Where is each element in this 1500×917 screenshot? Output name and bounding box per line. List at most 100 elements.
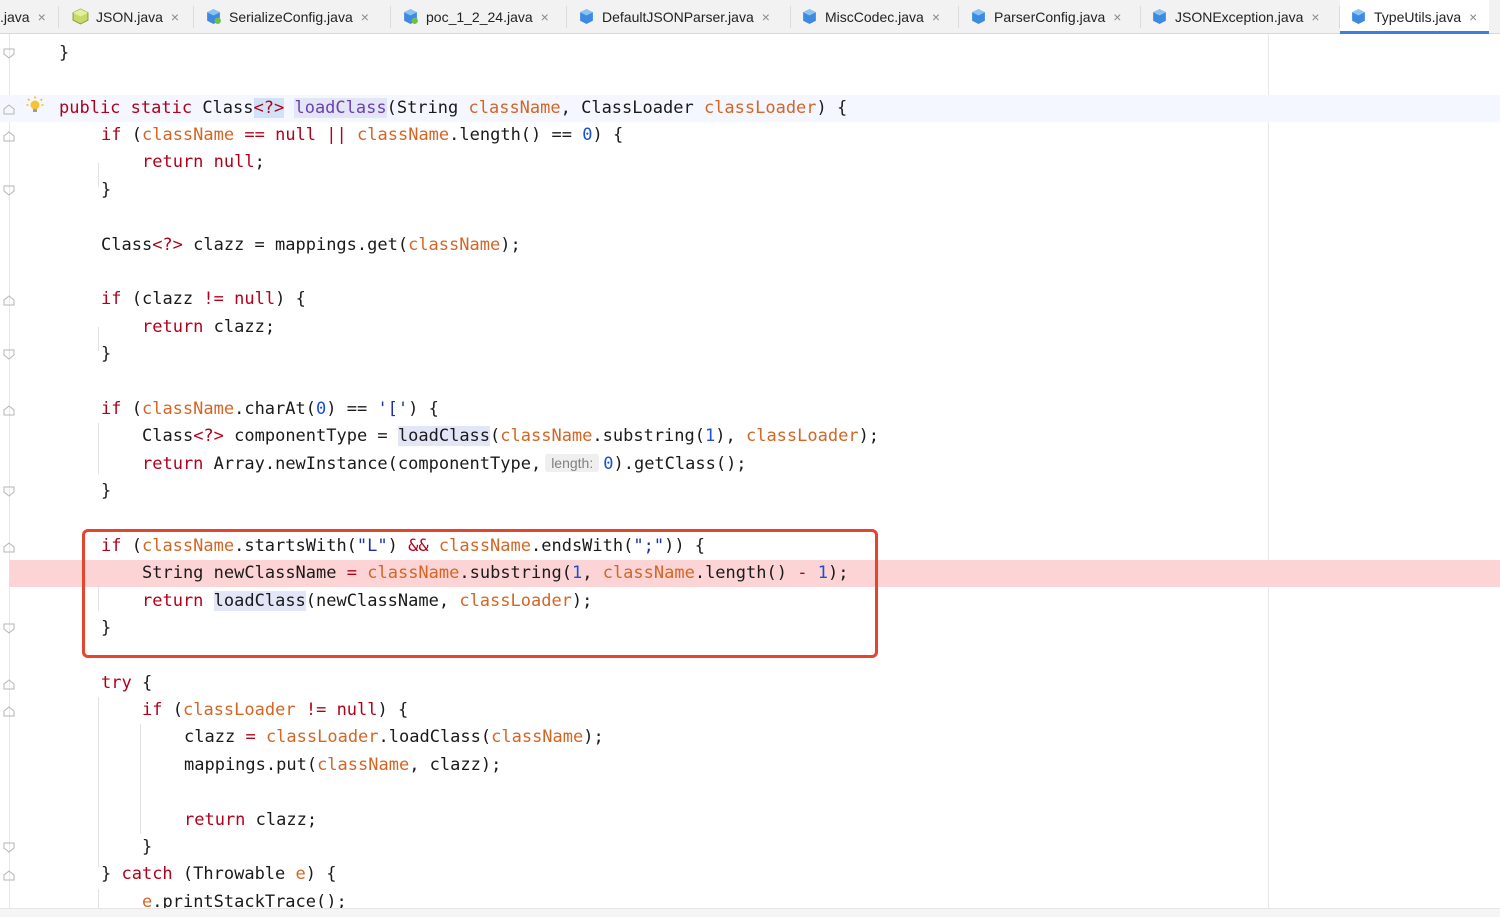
type-name: String bbox=[142, 563, 204, 583]
tab-divider bbox=[790, 6, 791, 28]
variable: className bbox=[367, 563, 460, 583]
number: 0 bbox=[315, 399, 327, 419]
code-text: ); bbox=[858, 426, 880, 446]
fold-end-icon[interactable] bbox=[3, 623, 15, 634]
code-text: ) == bbox=[326, 399, 368, 419]
keyword: return bbox=[184, 810, 246, 830]
variable: className bbox=[141, 536, 235, 556]
tab-label: DefaultJSONParser.java bbox=[602, 8, 754, 25]
string-literal: ";" bbox=[633, 536, 665, 556]
fold-end-icon[interactable] bbox=[3, 185, 15, 196]
fold-start-icon[interactable] bbox=[3, 870, 15, 881]
close-icon[interactable]: × bbox=[1469, 9, 1477, 25]
close-icon[interactable]: × bbox=[541, 9, 549, 25]
code-line: if (clazz != null) { bbox=[0, 286, 1500, 313]
close-icon[interactable]: × bbox=[38, 9, 46, 25]
operator: != bbox=[305, 700, 327, 720]
code-text: .substring( bbox=[459, 563, 572, 583]
code-text: ) { bbox=[275, 289, 306, 309]
fold-start-icon[interactable] bbox=[3, 131, 15, 142]
tab-parserconfig-java[interactable]: ParserConfig.java × bbox=[970, 0, 1121, 33]
code-line: } bbox=[0, 615, 1500, 642]
code-text: (Throwable bbox=[182, 864, 286, 884]
code-text: , ClassLoader bbox=[560, 98, 694, 118]
tab-divider bbox=[958, 6, 959, 28]
code-text: } bbox=[101, 180, 112, 200]
code-line: } catch (Throwable e) { bbox=[0, 861, 1500, 888]
tab-java[interactable]: .java × bbox=[0, 0, 46, 33]
parameter: className bbox=[468, 98, 561, 118]
string-literal: "L" bbox=[356, 536, 388, 556]
tab-label: ParserConfig.java bbox=[994, 8, 1106, 25]
keyword: try bbox=[101, 673, 132, 693]
variable: className bbox=[141, 125, 235, 145]
fold-start-icon[interactable] bbox=[3, 706, 15, 717]
code-text: mappings.put( bbox=[184, 755, 318, 775]
fold-start-icon[interactable] bbox=[3, 295, 15, 306]
code-text: } bbox=[101, 618, 112, 638]
code-text: ) { bbox=[377, 700, 409, 720]
code-text: .endsWith( bbox=[531, 536, 634, 556]
code-line: if (classLoader != null) { bbox=[0, 697, 1500, 724]
code-line: return clazz; bbox=[0, 807, 1500, 834]
tab-misccodec-java[interactable]: MiscCodec.java × bbox=[801, 0, 940, 33]
code-text: ) { bbox=[305, 864, 337, 884]
variable: className bbox=[317, 755, 410, 775]
tab-jsonexception-java[interactable]: JSONException.java × bbox=[1151, 0, 1320, 33]
parameter-hint: length: bbox=[545, 454, 600, 472]
tab-typeutils-java[interactable]: TypeUtils.java × bbox=[1340, 0, 1490, 34]
close-icon[interactable]: × bbox=[171, 9, 179, 25]
variable: className bbox=[491, 727, 584, 747]
fold-start-icon[interactable] bbox=[3, 405, 15, 416]
local-variable: newClassName bbox=[213, 563, 337, 583]
keyword: if bbox=[101, 536, 122, 556]
tab-poc-java[interactable]: poc_1_2_24.java × bbox=[402, 0, 549, 33]
code-text: ; bbox=[254, 152, 265, 172]
tab-divider bbox=[193, 6, 194, 28]
fold-start-icon[interactable] bbox=[3, 104, 15, 115]
close-icon[interactable]: × bbox=[361, 9, 369, 25]
tab-defaultjsonparser-java[interactable]: DefaultJSONParser.java × bbox=[578, 0, 770, 33]
close-icon[interactable]: × bbox=[932, 9, 940, 25]
keyword: return bbox=[142, 454, 204, 474]
tab-label: poc_1_2_24.java bbox=[426, 8, 533, 25]
code-line: try { bbox=[0, 670, 1500, 697]
fold-start-icon[interactable] bbox=[3, 542, 15, 553]
code-text: } bbox=[101, 864, 122, 884]
code-text: ); bbox=[583, 727, 604, 747]
close-icon[interactable]: × bbox=[762, 9, 770, 25]
code-editor[interactable]: } public static Class<?> loadClass(Strin… bbox=[0, 34, 1500, 916]
keyword: if bbox=[142, 700, 163, 720]
code-text: (clazz bbox=[131, 289, 194, 309]
method-call: loadClass bbox=[213, 591, 306, 611]
fold-end-icon[interactable] bbox=[3, 842, 15, 853]
number: 1 bbox=[571, 563, 583, 583]
variable: className bbox=[408, 235, 501, 255]
close-icon[interactable]: × bbox=[1311, 9, 1319, 25]
code-text: .loadClass( bbox=[378, 727, 492, 747]
keyword: catch bbox=[121, 864, 173, 884]
fold-end-icon[interactable] bbox=[3, 48, 15, 59]
tab-label: MiscCodec.java bbox=[825, 8, 924, 25]
fold-start-icon[interactable] bbox=[3, 679, 15, 690]
code-text: .length() == bbox=[449, 125, 572, 145]
java-class-icon bbox=[404, 9, 418, 24]
char-literal: '[' bbox=[377, 399, 409, 419]
fold-end-icon[interactable] bbox=[3, 349, 15, 360]
tab-serializeconfig-java[interactable]: SerializeConfig.java × bbox=[205, 0, 369, 33]
code-line: clazz = classLoader.loadClass(className)… bbox=[0, 724, 1500, 751]
lightbulb-icon[interactable] bbox=[26, 96, 44, 114]
code-line: } bbox=[0, 834, 1500, 861]
code-text: } bbox=[59, 43, 70, 63]
generic-wildcard: <?> bbox=[253, 98, 285, 118]
tab-json-java[interactable]: JSON.java × bbox=[72, 0, 179, 33]
variable: classLoader bbox=[745, 426, 859, 446]
tab-divider bbox=[58, 6, 59, 28]
close-icon[interactable]: × bbox=[1113, 9, 1121, 25]
fold-end-icon[interactable] bbox=[3, 486, 15, 497]
code-text: clazz = mappings.get( bbox=[182, 235, 409, 255]
code-text: ); bbox=[571, 591, 593, 611]
code-line: } bbox=[0, 478, 1500, 505]
code-line-breakpoint: String newClassName = className.substrin… bbox=[9, 560, 1500, 587]
code-text: Array.newInstance(componentType, bbox=[213, 454, 542, 474]
